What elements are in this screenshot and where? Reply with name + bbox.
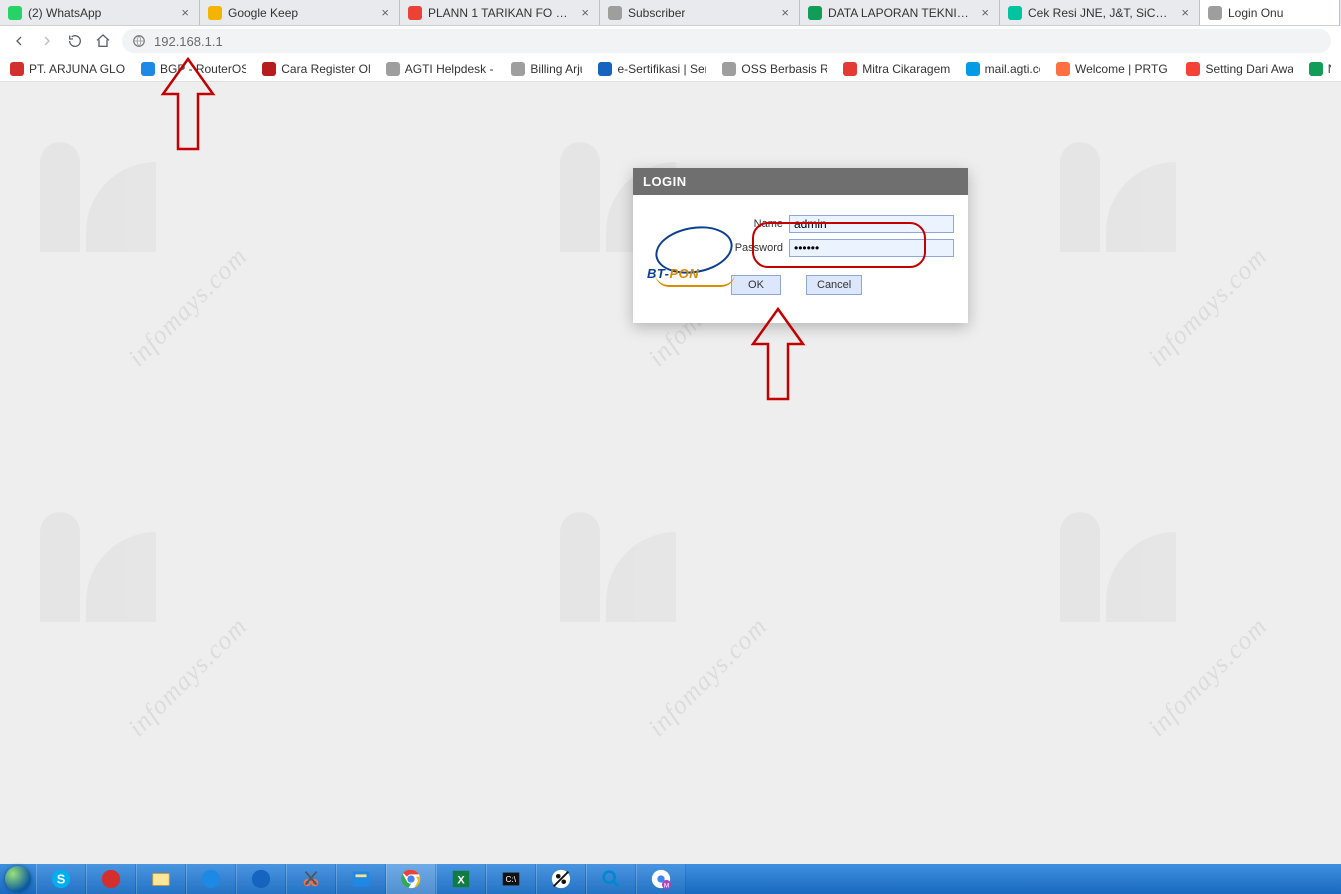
bookmark-item[interactable]: Setting Dari Awal L… bbox=[1186, 62, 1292, 76]
cancel-button[interactable]: Cancel bbox=[806, 275, 862, 295]
taskbar-winscp[interactable] bbox=[336, 864, 386, 894]
taskbar-snip[interactable] bbox=[286, 864, 336, 894]
taskbar-app-red[interactable] bbox=[86, 864, 136, 894]
bookmark-item[interactable]: Welcome | PRTG Ne… bbox=[1056, 62, 1171, 76]
bookmark-item[interactable]: Mitra Cikarageman… bbox=[843, 62, 949, 76]
bookmark-favicon bbox=[386, 62, 400, 76]
svg-text:S: S bbox=[57, 872, 66, 887]
btpon-logo: BT-PON bbox=[647, 223, 713, 287]
start-button[interactable] bbox=[0, 864, 36, 894]
forward-button[interactable] bbox=[38, 32, 56, 50]
close-icon[interactable]: × bbox=[1179, 6, 1191, 19]
bookmark-favicon bbox=[843, 62, 857, 76]
bookmark-item[interactable]: mail.agti.co.id bbox=[966, 62, 1040, 76]
tab-favicon bbox=[808, 6, 822, 20]
bookmark-label: Welcome | PRTG Ne… bbox=[1075, 62, 1171, 76]
bookmark-item[interactable]: Billing Arjuna bbox=[511, 62, 582, 76]
tab-title: Cek Resi JNE, J&T, SiCepat, Ninja bbox=[1028, 6, 1173, 20]
tab-favicon bbox=[608, 6, 622, 20]
home-button[interactable] bbox=[94, 32, 112, 50]
bookmark-label: OSS Berbasis Risiko bbox=[741, 62, 827, 76]
bookmark-favicon bbox=[1186, 62, 1200, 76]
tab-favicon bbox=[408, 6, 422, 20]
bookmark-favicon bbox=[262, 62, 276, 76]
close-icon[interactable]: × bbox=[779, 6, 791, 19]
bookmark-favicon bbox=[1056, 62, 1070, 76]
address-bar[interactable]: 192.168.1.1 bbox=[122, 29, 1331, 53]
close-icon[interactable]: × bbox=[379, 6, 391, 19]
tab-title: DATA LAPORAN TEKNISI - Googl bbox=[828, 6, 973, 20]
taskbar-chrome[interactable] bbox=[386, 864, 436, 894]
close-icon[interactable]: × bbox=[179, 6, 191, 19]
browser-tab-strip: (2) WhatsApp×Google Keep×PLANN 1 TARIKAN… bbox=[0, 0, 1341, 26]
tab-title: Subscriber bbox=[628, 6, 685, 20]
bookmark-item[interactable]: OSS Berbasis Risiko bbox=[722, 62, 827, 76]
bookmark-label: N bbox=[1328, 62, 1331, 76]
bookmark-item[interactable]: PT. ARJUNA GLOBA… bbox=[10, 62, 125, 76]
bookmark-label: Billing Arjuna bbox=[530, 62, 582, 76]
site-info-icon bbox=[132, 34, 146, 48]
tab-favicon bbox=[1208, 6, 1222, 20]
annotation-arrow-addressbar bbox=[158, 54, 218, 154]
bookmark-label: mail.agti.co.id bbox=[985, 62, 1040, 76]
ok-button[interactable]: OK bbox=[731, 275, 781, 295]
tab-title: Google Keep bbox=[228, 6, 298, 20]
svg-text:M: M bbox=[664, 882, 669, 889]
taskbar-skype[interactable]: S bbox=[36, 864, 86, 894]
browser-tab[interactable]: Login Onu bbox=[1200, 0, 1340, 25]
annotation-arrow-ok bbox=[748, 304, 808, 404]
tab-favicon bbox=[1008, 6, 1022, 20]
bookmark-favicon bbox=[966, 62, 980, 76]
annotation-circle-credentials bbox=[752, 222, 926, 268]
browser-tab[interactable]: DATA LAPORAN TEKNISI - Googl × bbox=[800, 0, 1000, 25]
close-icon[interactable]: × bbox=[579, 6, 591, 19]
taskbar-dude[interactable] bbox=[536, 864, 586, 894]
tab-title: PLANN 1 TARIKAN FO 24 CORE bbox=[428, 6, 573, 20]
bookmark-item[interactable]: N bbox=[1309, 62, 1331, 76]
bookmark-favicon bbox=[598, 62, 612, 76]
tab-title: Login Onu bbox=[1228, 6, 1283, 20]
back-button[interactable] bbox=[10, 32, 28, 50]
browser-tab[interactable]: (2) WhatsApp × bbox=[0, 0, 200, 25]
browser-tab[interactable]: Subscriber × bbox=[600, 0, 800, 25]
tab-favicon bbox=[208, 6, 222, 20]
bookmark-item[interactable]: e-Sertifikasi | Sertifi… bbox=[598, 62, 706, 76]
url-text: 192.168.1.1 bbox=[154, 34, 223, 49]
bookmark-label: Cara Register ONT… bbox=[281, 62, 370, 76]
tab-favicon bbox=[8, 6, 22, 20]
tab-title: (2) WhatsApp bbox=[28, 6, 101, 20]
taskbar-chrome-alt[interactable]: M bbox=[636, 864, 686, 894]
bookmark-favicon bbox=[722, 62, 736, 76]
browser-tab[interactable]: Google Keep × bbox=[200, 0, 400, 25]
bookmark-item[interactable]: AGTI Helpdesk - Lo… bbox=[386, 62, 496, 76]
svg-text:X: X bbox=[457, 875, 465, 887]
bookmark-label: e-Sertifikasi | Sertifi… bbox=[617, 62, 706, 76]
bookmark-item[interactable]: Cara Register ONT… bbox=[262, 62, 370, 76]
svg-text:C:\: C:\ bbox=[506, 875, 517, 884]
page-viewport: infomays.cominfomays.cominfomays.cominfo… bbox=[0, 82, 1341, 864]
bookmark-favicon bbox=[141, 62, 155, 76]
bookmark-favicon bbox=[10, 62, 24, 76]
windows-taskbar: S X C:\ M bbox=[0, 864, 1341, 894]
reload-button[interactable] bbox=[66, 32, 84, 50]
bookmark-label: Setting Dari Awal L… bbox=[1205, 62, 1292, 76]
browser-nav-row: 192.168.1.1 bbox=[0, 26, 1341, 56]
close-icon[interactable]: × bbox=[979, 6, 991, 19]
taskbar-app-blue2[interactable] bbox=[236, 864, 286, 894]
taskbar-excel[interactable]: X bbox=[436, 864, 486, 894]
taskbar-app-blue1[interactable] bbox=[186, 864, 236, 894]
taskbar-explorer[interactable] bbox=[136, 864, 186, 894]
taskbar-cmd[interactable]: C:\ bbox=[486, 864, 536, 894]
browser-tab[interactable]: Cek Resi JNE, J&T, SiCepat, Ninja × bbox=[1000, 0, 1200, 25]
bookmark-label: PT. ARJUNA GLOBA… bbox=[29, 62, 125, 76]
bookmark-favicon bbox=[1309, 62, 1323, 76]
browser-tab[interactable]: PLANN 1 TARIKAN FO 24 CORE × bbox=[400, 0, 600, 25]
taskbar-search[interactable] bbox=[586, 864, 636, 894]
bookmark-label: AGTI Helpdesk - Lo… bbox=[405, 62, 496, 76]
login-header: LOGIN bbox=[633, 168, 968, 195]
bookmark-favicon bbox=[511, 62, 525, 76]
bookmark-label: Mitra Cikarageman… bbox=[862, 62, 949, 76]
